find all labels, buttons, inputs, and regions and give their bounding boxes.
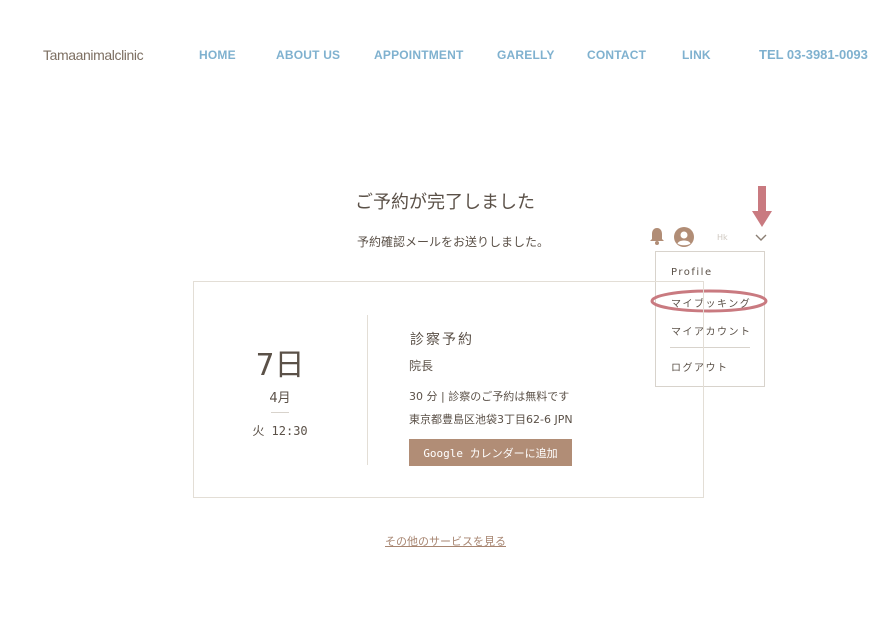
more-services-link[interactable]: その他のサービスを見る bbox=[385, 533, 506, 549]
annotation-arrow-icon bbox=[752, 186, 772, 227]
chevron-down-icon[interactable] bbox=[755, 233, 767, 242]
dropdown-item-profile[interactable]: Profile bbox=[671, 267, 713, 278]
site-logo[interactable]: Tamaanimalclinic bbox=[43, 47, 144, 63]
username[interactable]: Hk bbox=[717, 233, 728, 242]
card-vertical-divider bbox=[367, 315, 368, 465]
booking-card: 7日 4月 火 12:30 診察予約 院長 30 分 | 診察のご予約は無料です… bbox=[193, 281, 704, 498]
booking-time: 火 12:30 bbox=[252, 424, 308, 438]
date-separator bbox=[271, 412, 289, 413]
service-title: 診察予約 bbox=[410, 332, 474, 348]
nav-appointment[interactable]: APPOINTMENT bbox=[374, 48, 464, 62]
nav-home[interactable]: HOME bbox=[199, 48, 236, 62]
booking-month: 4月 bbox=[269, 391, 291, 406]
page-title: ご予約が完了しました bbox=[355, 192, 535, 213]
nav-contact[interactable]: CONTACT bbox=[587, 48, 646, 62]
avatar-icon[interactable] bbox=[674, 227, 694, 247]
booking-day: 7日 bbox=[255, 348, 305, 383]
telephone-number: TEL 03-3981-0093 bbox=[759, 47, 868, 62]
service-address: 東京都豊島区池袋3丁目62-6 JPN bbox=[409, 413, 573, 426]
nav-link[interactable]: LINK bbox=[682, 48, 711, 62]
add-to-google-calendar-button[interactable]: Google カレンダーに追加 bbox=[409, 439, 572, 466]
bell-icon[interactable] bbox=[649, 227, 665, 245]
service-duration: 30 分 | 診察のご予約は無料です bbox=[409, 390, 570, 403]
nav-gallery[interactable]: GARELLY bbox=[497, 48, 555, 62]
confirmation-message: 予約確認メールをお送りしました。 bbox=[357, 235, 550, 249]
staff-name: 院長 bbox=[409, 359, 434, 373]
nav-about-us[interactable]: ABOUT US bbox=[276, 48, 340, 62]
